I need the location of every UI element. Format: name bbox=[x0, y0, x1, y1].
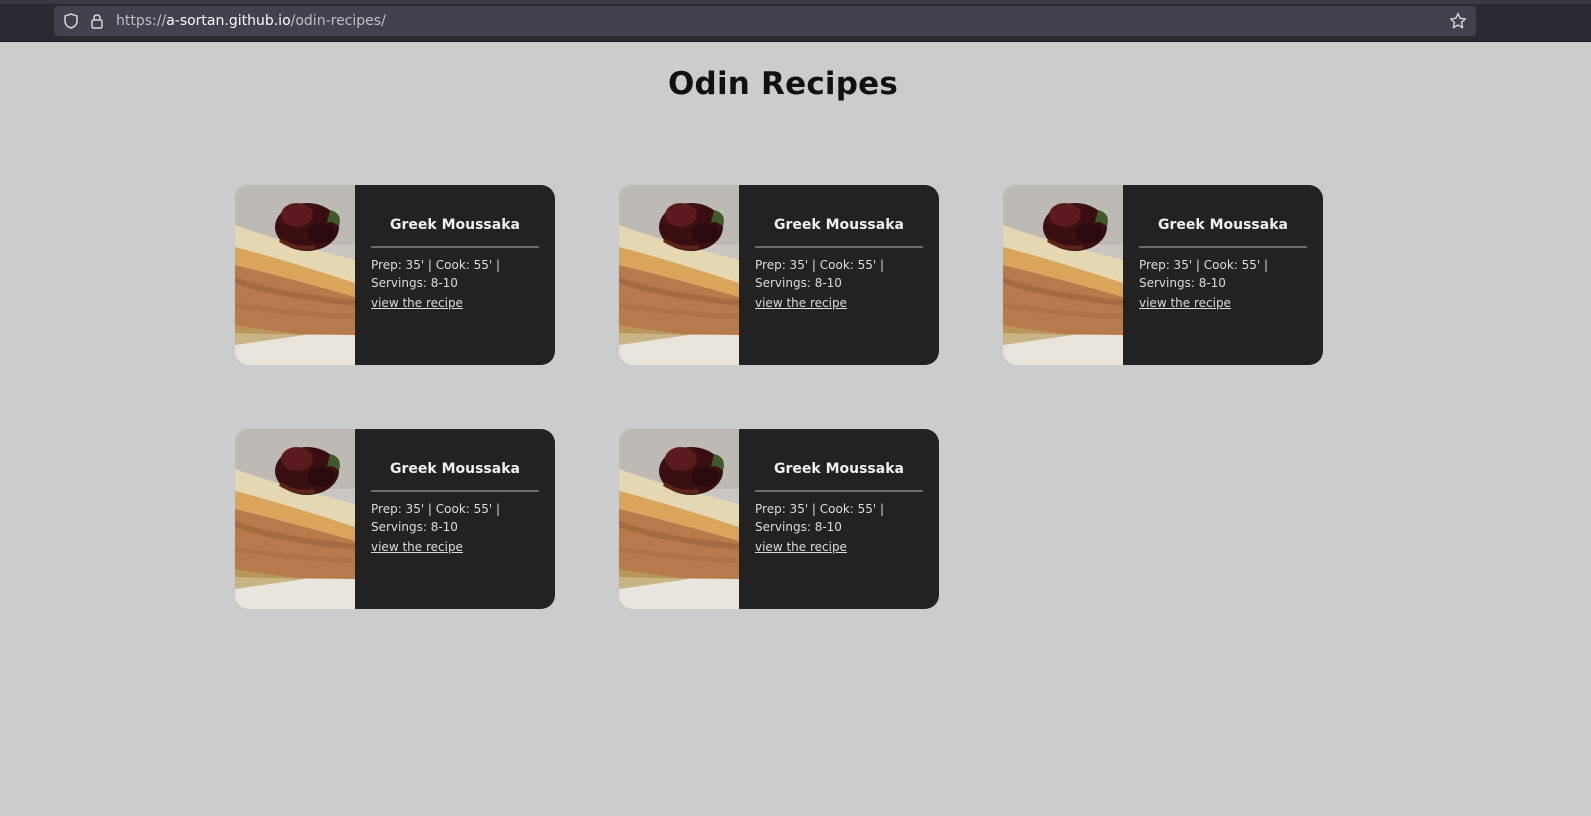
url-prefix: https:// bbox=[116, 13, 167, 29]
address-bar[interactable]: https://a-sortan.github.io/odin-recipes/ bbox=[54, 6, 1476, 36]
view-recipe-link[interactable]: view the recipe bbox=[1139, 294, 1231, 312]
shield-icon[interactable] bbox=[63, 13, 79, 29]
page-title: Odin Recipes bbox=[668, 66, 898, 102]
recipe-card: Greek Moussaka Prep: 35' | Cook: 55' | S… bbox=[619, 429, 939, 609]
recipe-title: Greek Moussaka bbox=[1139, 217, 1307, 248]
recipe-title: Greek Moussaka bbox=[371, 217, 539, 248]
url-text[interactable]: https://a-sortan.github.io/odin-recipes/ bbox=[116, 6, 386, 36]
recipe-image bbox=[619, 185, 739, 365]
lock-icon[interactable] bbox=[89, 13, 105, 29]
browser-toolbar: https://a-sortan.github.io/odin-recipes/ bbox=[0, 0, 1591, 42]
recipe-meta: Prep: 35' | Cook: 55' | Servings: 8-10 bbox=[755, 258, 885, 290]
recipe-meta: Prep: 35' | Cook: 55' | Servings: 8-10 bbox=[371, 258, 501, 290]
recipe-title: Greek Moussaka bbox=[371, 461, 539, 492]
recipe-title: Greek Moussaka bbox=[755, 217, 923, 248]
recipe-meta: Prep: 35' | Cook: 55' | Servings: 8-10 bbox=[1139, 258, 1269, 290]
view-recipe-link[interactable]: view the recipe bbox=[755, 538, 847, 556]
recipe-card: Greek Moussaka Prep: 35' | Cook: 55' | S… bbox=[619, 185, 939, 365]
recipe-meta: Prep: 35' | Cook: 55' | Servings: 8-10 bbox=[755, 502, 885, 534]
recipe-image bbox=[619, 429, 739, 609]
view-recipe-link[interactable]: view the recipe bbox=[371, 538, 463, 556]
recipe-card: Greek Moussaka Prep: 35' | Cook: 55' | S… bbox=[1003, 185, 1323, 365]
recipe-meta: Prep: 35' | Cook: 55' | Servings: 8-10 bbox=[371, 502, 501, 534]
recipe-card: Greek Moussaka Prep: 35' | Cook: 55' | S… bbox=[235, 185, 555, 365]
view-recipe-link[interactable]: view the recipe bbox=[371, 294, 463, 312]
recipe-image bbox=[1003, 185, 1123, 365]
recipe-title: Greek Moussaka bbox=[755, 461, 923, 492]
recipe-image bbox=[235, 185, 355, 365]
recipe-card: Greek Moussaka Prep: 35' | Cook: 55' | S… bbox=[235, 429, 555, 609]
recipe-image bbox=[235, 429, 355, 609]
url-path: /odin-recipes/ bbox=[290, 13, 386, 29]
url-host: a-sortan.github.io bbox=[166, 13, 291, 29]
bookmark-star-icon[interactable] bbox=[1449, 12, 1467, 30]
view-recipe-link[interactable]: view the recipe bbox=[755, 294, 847, 312]
